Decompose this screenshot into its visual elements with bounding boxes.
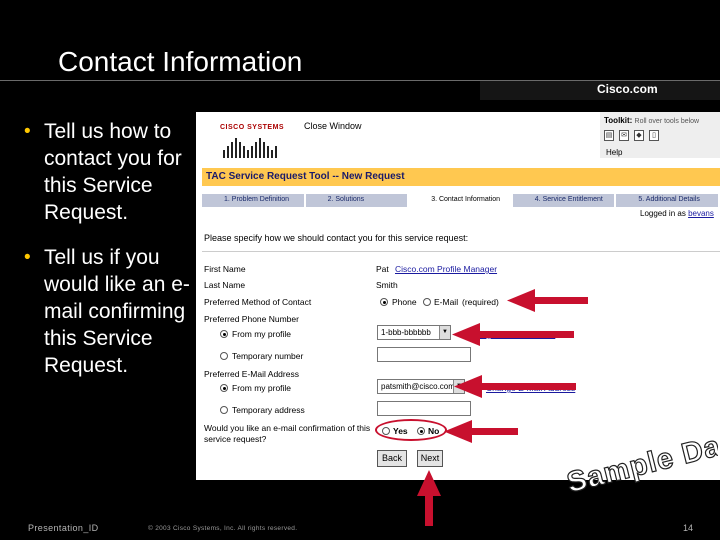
slide-title: Contact Information bbox=[58, 46, 303, 77]
method-email-radio[interactable] bbox=[423, 298, 431, 306]
chevron-down-icon: ▼ bbox=[439, 326, 450, 339]
email-from-profile-label: From my profile bbox=[232, 383, 292, 393]
logged-in-status: Logged in as bevans bbox=[640, 209, 714, 218]
change-email-link[interactable]: Change E-Mail Address bbox=[486, 383, 575, 393]
form-divider bbox=[202, 251, 720, 252]
confirm-yes-label: Yes bbox=[393, 426, 408, 436]
last-name-label: Last Name bbox=[204, 280, 246, 290]
close-window-link[interactable]: Close Window bbox=[304, 121, 362, 131]
phone-from-profile-radio[interactable] bbox=[220, 330, 228, 338]
toolkit-label: Toolkit: Roll over tools below bbox=[604, 116, 699, 125]
bullet-dot-icon: • bbox=[24, 121, 31, 142]
bullet-item: • Tell us if you would like an e-mail co… bbox=[22, 244, 197, 379]
logged-in-label: Logged in as bbox=[640, 209, 686, 218]
tab-solutions[interactable]: 2. Solutions bbox=[305, 194, 410, 207]
confirm-no-label: No bbox=[428, 426, 440, 436]
phone-select[interactable]: 1-bbb-bbbbbb ▼ bbox=[377, 325, 451, 340]
step-tabs: 1. Problem Definition 2. Solutions 3. Co… bbox=[202, 194, 720, 207]
tool-header-bar: TAC Service Request Tool -- New Request bbox=[202, 168, 720, 186]
bullet-dot-icon: • bbox=[24, 247, 31, 268]
email-icon[interactable]: ✉ bbox=[619, 130, 629, 141]
chevron-down-icon: ▼ bbox=[453, 380, 464, 393]
tool-header-title: TAC Service Request Tool -- New Request bbox=[206, 171, 405, 182]
phone-temporary-label: Temporary number bbox=[232, 351, 304, 361]
instruction-text: Please specify how we should contact you… bbox=[204, 233, 469, 243]
phone-select-value: 1-bbb-bbbbbb bbox=[381, 328, 431, 337]
change-phone-link[interactable]: Change Phone Number bbox=[466, 329, 555, 339]
temporary-email-input[interactable] bbox=[377, 401, 471, 416]
sample-data-stamp: Sample Data bbox=[563, 423, 718, 495]
toolkit-title: Toolkit: bbox=[604, 116, 633, 125]
profile-manager-link[interactable]: Cisco.com Profile Manager bbox=[395, 264, 497, 274]
toolkit-hint: Roll over tools below bbox=[634, 118, 700, 125]
bullet-item: • Tell us how to contact you for this Se… bbox=[22, 118, 197, 226]
tab-problem-definition[interactable]: 1. Problem Definition bbox=[202, 194, 306, 207]
brand-band-rule bbox=[480, 80, 720, 81]
footer-copyright: © 2003 Cisco Systems, Inc. All rights re… bbox=[148, 525, 298, 532]
logo-text: CISCO SYSTEMS bbox=[220, 124, 285, 131]
method-phone-radio[interactable] bbox=[380, 298, 388, 306]
method-email-label: E-Mail bbox=[434, 297, 459, 307]
contact-method-label: Preferred Method of Contact bbox=[204, 297, 312, 307]
tab-additional-details[interactable]: 5. Additional Details bbox=[616, 194, 720, 207]
cisco-com-logo: Cisco.com bbox=[597, 82, 658, 96]
confirm-no-radio[interactable] bbox=[417, 427, 425, 435]
phone-temporary-radio[interactable] bbox=[220, 352, 228, 360]
toolkit-icons: ▤ ✉ ◆ ▯ bbox=[604, 130, 659, 141]
footer-page-number: 14 bbox=[683, 523, 694, 533]
required-note: (required) bbox=[462, 297, 499, 307]
tab-contact-information[interactable]: 3. Contact Information bbox=[409, 194, 513, 207]
cisco-systems-logo: CISCO SYSTEMS bbox=[220, 122, 285, 160]
phone-from-profile-label: From my profile bbox=[232, 329, 292, 339]
last-name-value: Smith bbox=[376, 280, 398, 290]
bookmark-icon[interactable]: ◆ bbox=[634, 130, 644, 141]
next-button[interactable]: Next bbox=[417, 450, 443, 467]
confirm-question-line1: Would you like an e-mail confirmation of… bbox=[204, 423, 371, 433]
window-header: CISCO SYSTEMS Close Window Toolkit: Roll… bbox=[196, 112, 720, 164]
title-rule bbox=[0, 80, 480, 81]
email-temporary-label: Temporary address bbox=[232, 405, 305, 415]
bullet-list: • Tell us how to contact you for this Se… bbox=[22, 118, 197, 397]
first-name-label: First Name bbox=[204, 264, 246, 274]
confirm-question-line2: service request? bbox=[204, 434, 267, 444]
document-icon[interactable]: ▯ bbox=[649, 130, 659, 141]
bullet-text: Tell us how to contact you for this Serv… bbox=[44, 120, 182, 224]
phone-label: Preferred Phone Number bbox=[204, 314, 299, 324]
print-icon[interactable]: ▤ bbox=[604, 130, 614, 141]
temporary-phone-input[interactable] bbox=[377, 347, 471, 362]
logged-in-user-link[interactable]: bevans bbox=[688, 209, 714, 218]
bullet-text: Tell us if you would like an e-mail conf… bbox=[44, 246, 190, 377]
tab-service-entitlement[interactable]: 4. Service Entitlement bbox=[512, 194, 617, 207]
email-from-profile-radio[interactable] bbox=[220, 384, 228, 392]
sample-data-stamp-text: Sample Data bbox=[564, 423, 718, 495]
footer-presentation-id: Presentation_ID bbox=[28, 523, 99, 533]
help-link[interactable]: Help bbox=[606, 148, 622, 157]
back-button[interactable]: Back bbox=[377, 450, 407, 467]
cisco-bridge-icon bbox=[223, 138, 277, 158]
first-name-value: Pat bbox=[376, 264, 389, 274]
confirm-yes-radio[interactable] bbox=[382, 427, 390, 435]
email-temporary-radio[interactable] bbox=[220, 406, 228, 414]
method-phone-label: Phone bbox=[392, 297, 417, 307]
email-select-value: patsmith@cisco.com bbox=[381, 382, 455, 391]
email-label: Preferred E-Mail Address bbox=[204, 369, 299, 379]
email-select[interactable]: patsmith@cisco.com ▼ bbox=[377, 379, 465, 394]
